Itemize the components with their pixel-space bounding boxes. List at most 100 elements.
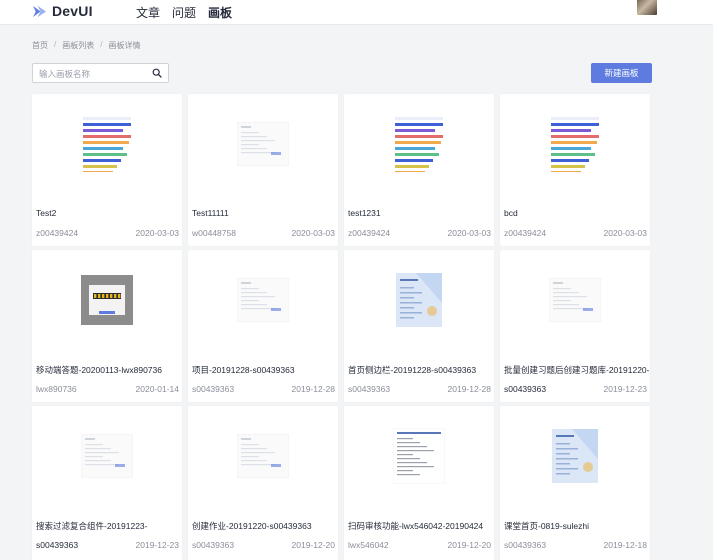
board-date: 2020-03-03 — [603, 228, 647, 238]
board-thumbnail[interactable] — [344, 250, 494, 350]
user-avatar[interactable] — [637, 0, 657, 15]
board-owner: s00439363 — [504, 384, 547, 394]
board-meta: z00439424 2020-03-03 — [36, 228, 179, 238]
board-date: 2020-01-14 — [135, 384, 179, 394]
board-thumbnail[interactable] — [500, 94, 650, 194]
board-owner: s00439363 — [348, 384, 391, 394]
board-card[interactable]: bcd z00439424 2020-03-03 — [500, 94, 650, 246]
thumbnail-image — [549, 278, 601, 322]
thumbnail-image — [237, 278, 289, 322]
board-date: 2019-12-20 — [291, 540, 335, 550]
board-thumbnail[interactable] — [344, 406, 494, 506]
thumbnail-image — [81, 434, 133, 478]
thumbnail-image — [396, 273, 442, 327]
board-card[interactable]: 课堂首页-0819-sulezhi s00439363 2019-12-18 — [500, 406, 650, 560]
board-date: 2019-12-23 — [603, 384, 647, 394]
breadcrumb-separator: / — [100, 40, 103, 49]
board-thumbnail[interactable] — [32, 250, 182, 350]
board-title[interactable]: 批量创建习题后创建习题库-20191220- — [504, 364, 649, 376]
board-owner: lwx546042 — [348, 540, 389, 550]
search-icon[interactable] — [152, 68, 162, 78]
board-owner: s00439363 — [192, 540, 235, 550]
thumbnail-image — [81, 115, 133, 173]
board-meta: s00439363 2019-12-23 — [504, 384, 647, 394]
board-search-input[interactable] — [33, 65, 143, 83]
board-title[interactable]: Test2 — [36, 208, 181, 218]
thumbnail-image — [552, 429, 598, 483]
board-date: 2020-03-03 — [135, 228, 179, 238]
board-owner: s00439363 — [504, 540, 547, 550]
board-owner: w00448758 — [192, 228, 236, 238]
devui-logo-icon — [32, 5, 47, 17]
board-owner: s00439363 — [192, 384, 235, 394]
board-date: 2020-03-03 — [291, 228, 335, 238]
board-meta: s00439363 2019-12-28 — [348, 384, 491, 394]
board-card[interactable]: 搜索过滤复合组件-20191223- s00439363 2019-12-23 — [32, 406, 182, 560]
board-title[interactable]: 搜索过滤复合组件-20191223- — [36, 520, 181, 532]
board-card[interactable]: 首页侧边栏-20191228-s00439363 s00439363 2019-12… — [344, 250, 494, 402]
board-date: 2019-12-28 — [447, 384, 491, 394]
board-meta: s00439363 2019-12-23 — [36, 540, 179, 550]
nav-item-boards[interactable]: 画板 — [208, 4, 232, 21]
app-logo[interactable]: DevUI — [32, 3, 93, 19]
board-title[interactable]: test1231 — [348, 208, 493, 218]
nav-item-articles[interactable]: 文章 — [136, 4, 160, 21]
thumbnail-image — [549, 115, 601, 173]
board-title[interactable]: 项目-20191228-s00439363 — [192, 364, 337, 376]
board-search — [32, 63, 169, 83]
thumbnail-image — [237, 122, 289, 166]
board-title[interactable]: 创建作业-20191220-s00439363 — [192, 520, 337, 532]
board-thumbnail[interactable] — [32, 406, 182, 506]
board-card[interactable]: 项目-20191228-s00439363 s00439363 2019-12-28 — [188, 250, 338, 402]
main-nav: 文章 问题 画板 — [136, 4, 232, 21]
board-card[interactable]: 创建作业-20191220-s00439363 s00439363 2019-12-… — [188, 406, 338, 560]
board-title[interactable]: 扫码审核功能-lwx546042-20190424 — [348, 520, 493, 532]
board-date: 2019-12-23 — [135, 540, 179, 550]
board-date: 2019-12-18 — [603, 540, 647, 550]
board-card[interactable]: 扫码审核功能-lwx546042-20190424 lwx546042 2019-1… — [344, 406, 494, 560]
thumbnail-image — [393, 428, 445, 484]
board-thumbnail[interactable] — [188, 94, 338, 194]
board-meta: s00439363 2019-12-20 — [192, 540, 335, 550]
breadcrumb-board-detail: 画板详情 — [108, 41, 141, 50]
board-owner: s00439363 — [36, 540, 79, 550]
board-thumbnail[interactable] — [344, 94, 494, 194]
board-title[interactable]: 课堂首页-0819-sulezhi — [504, 520, 649, 532]
board-date: 2020-03-03 — [447, 228, 491, 238]
board-meta: z00439424 2020-03-03 — [504, 228, 647, 238]
board-date: 2019-12-28 — [291, 384, 335, 394]
board-card[interactable]: test1231 z00439424 2020-03-03 — [344, 94, 494, 246]
board-meta: w00448758 2020-03-03 — [192, 228, 335, 238]
breadcrumb: 首页 / 画板列表 / 画板详情 — [32, 40, 140, 51]
board-thumbnail[interactable] — [188, 250, 338, 350]
breadcrumb-home[interactable]: 首页 — [32, 40, 48, 51]
board-owner: z00439424 — [348, 228, 391, 238]
board-card[interactable]: 批量创建习题后创建习题库-20191220- s00439363 2019-12-2… — [500, 250, 650, 402]
board-thumbnail[interactable] — [32, 94, 182, 194]
board-meta: s00439363 2019-12-28 — [192, 384, 335, 394]
thumbnail-image — [81, 275, 133, 325]
nav-item-questions[interactable]: 问题 — [172, 4, 196, 21]
board-meta: lwx546042 2019-12-20 — [348, 540, 491, 550]
board-thumbnail[interactable] — [500, 250, 650, 350]
board-title[interactable]: bcd — [504, 208, 649, 218]
board-meta: s00439363 2019-12-18 — [504, 540, 647, 550]
breadcrumb-separator: / — [54, 40, 57, 49]
top-navbar: DevUI 文章 问题 画板 — [0, 0, 713, 25]
thumbnail-image — [237, 434, 289, 478]
board-thumbnail[interactable] — [188, 406, 338, 506]
board-title[interactable]: Test11111 — [192, 208, 337, 218]
board-grid: Test2 z00439424 2020-03-03 Test11111 w004487… — [32, 94, 653, 560]
board-card[interactable]: Test2 z00439424 2020-03-03 — [32, 94, 182, 246]
board-card[interactable]: 移动端答题-20200113-lwx890736 lwx890736 2020-01… — [32, 250, 182, 402]
board-title[interactable]: 首页侧边栏-20191228-s00439363 — [348, 364, 493, 376]
board-thumbnail[interactable] — [500, 406, 650, 506]
board-card[interactable]: Test11111 w00448758 2020-03-03 — [188, 94, 338, 246]
new-board-button[interactable]: 新建画板 — [591, 63, 652, 83]
thumbnail-image — [393, 115, 445, 173]
board-title[interactable]: 移动端答题-20200113-lwx890736 — [36, 364, 181, 376]
board-meta: lwx890736 2020-01-14 — [36, 384, 179, 394]
app-name: DevUI — [52, 3, 93, 19]
board-owner: z00439424 — [36, 228, 79, 238]
breadcrumb-board-list[interactable]: 画板列表 — [62, 40, 94, 51]
